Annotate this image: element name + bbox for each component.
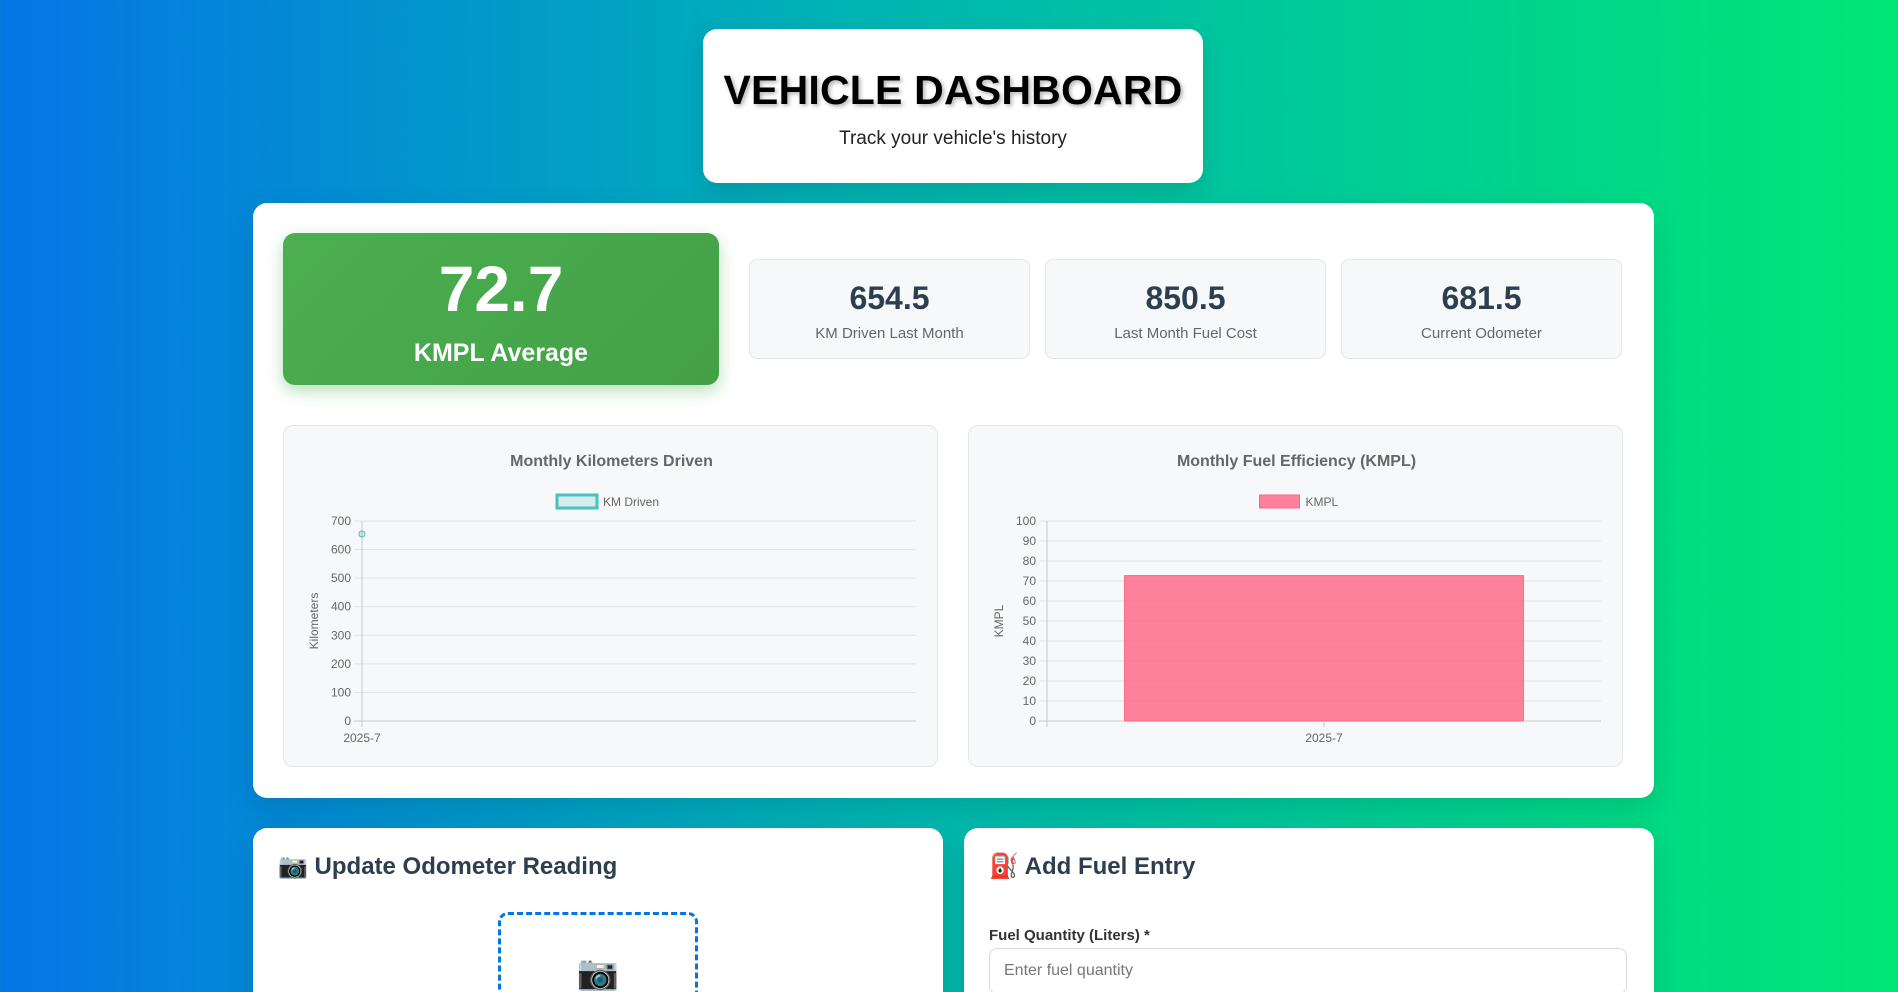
kmpl-average-card: 72.7 KMPL Average xyxy=(283,233,719,385)
legend-label: KM Driven xyxy=(603,495,659,509)
x-tick-label: 2025-7 xyxy=(343,731,381,745)
y-tick-label: 30 xyxy=(1023,654,1037,668)
fuel-section-title: ⛽ Add Fuel Entry xyxy=(989,853,1196,880)
y-tick-label: 0 xyxy=(1029,714,1036,728)
y-tick-label: 60 xyxy=(1023,594,1037,608)
kmpl-average-label: KMPL Average xyxy=(413,339,589,367)
stat-value: 654.5 xyxy=(849,280,930,316)
y-tick-label: 80 xyxy=(1023,554,1037,568)
odometer-photo-upload[interactable]: 📷 xyxy=(498,912,698,992)
header-card: VEHICLE DASHBOARD Track your vehicle's h… xyxy=(703,29,1203,183)
y-tick-label: 50 xyxy=(1023,614,1037,628)
y-axis-label: Kilometers xyxy=(307,593,321,650)
legend-swatch xyxy=(555,493,599,510)
legend-label: KMPL xyxy=(1306,495,1339,509)
y-tick-label: 300 xyxy=(331,628,351,642)
y-tick-label: 700 xyxy=(331,514,351,528)
y-tick-label: 400 xyxy=(331,600,351,614)
stat-value: 850.5 xyxy=(1145,280,1226,316)
fuel-efficiency-chart-panel: Monthly Fuel Efficiency (KMPL) KMPL KMPL 0 1… xyxy=(968,425,1623,767)
stat-label: Last Month Fuel Cost xyxy=(1114,325,1257,342)
camera-icon: 📷 xyxy=(576,954,620,992)
y-tick-label: 10 xyxy=(1023,694,1037,708)
y-tick-label: 70 xyxy=(1023,574,1037,588)
y-tick-label: 100 xyxy=(1016,514,1036,528)
y-axis-label: KMPL xyxy=(992,604,1006,637)
km-driven-chart-panel: Monthly Kilometers Driven KM Driven Kilome… xyxy=(283,425,938,767)
stat-label: KM Driven Last Month xyxy=(815,325,964,342)
chart-title: Monthly Fuel Efficiency (KMPL) xyxy=(1177,453,1416,470)
x-tick-label: 2025-7 xyxy=(1305,731,1343,745)
page-title: VEHICLE DASHBOARD xyxy=(723,67,1183,113)
y-tick-label: 40 xyxy=(1023,634,1037,648)
fuel-efficiency-chart: Monthly Fuel Efficiency (KMPL) KMPL KMPL 0 1… xyxy=(992,453,1601,745)
y-tick-label: 200 xyxy=(331,657,351,671)
stat-card-fuel-cost: 850.5 Last Month Fuel Cost xyxy=(1045,259,1326,359)
y-tick-label: 90 xyxy=(1023,534,1037,548)
stat-value: 681.5 xyxy=(1441,280,1522,316)
y-tick-label: 600 xyxy=(331,543,351,557)
legend-swatch xyxy=(1259,494,1300,509)
kmpl-average-value: 72.7 xyxy=(438,253,564,325)
fuel-quantity-input[interactable] xyxy=(989,948,1627,992)
stat-card-km-driven: 654.5 KM Driven Last Month xyxy=(749,259,1030,359)
data-point xyxy=(358,530,366,538)
odometer-section-title: 📷 Update Odometer Reading xyxy=(278,853,618,880)
fuel-quantity-label: Fuel Quantity (Liters) * xyxy=(989,927,1150,944)
page-subtitle: Track your vehicle's history xyxy=(839,128,1067,149)
y-tick-label: 500 xyxy=(331,571,351,585)
chart-title: Monthly Kilometers Driven xyxy=(510,453,713,470)
fuel-entry-card: ⛽ Add Fuel Entry Fuel Quantity (Liters) … xyxy=(964,828,1654,992)
y-tick-label: 0 xyxy=(344,714,351,728)
bar xyxy=(1124,575,1524,722)
dashboard-summary-card: 72.7 KMPL Average 654.5 KM Driven Last M… xyxy=(253,203,1654,798)
odometer-update-card: 📷 Update Odometer Reading 📷 xyxy=(253,828,943,992)
y-tick-label: 20 xyxy=(1023,674,1037,688)
stat-label: Current Odometer xyxy=(1421,325,1542,342)
stat-card-odometer: 681.5 Current Odometer xyxy=(1341,259,1622,359)
y-tick-label: 100 xyxy=(331,685,351,699)
km-driven-chart: Monthly Kilometers Driven KM Driven Kilome… xyxy=(307,453,916,745)
